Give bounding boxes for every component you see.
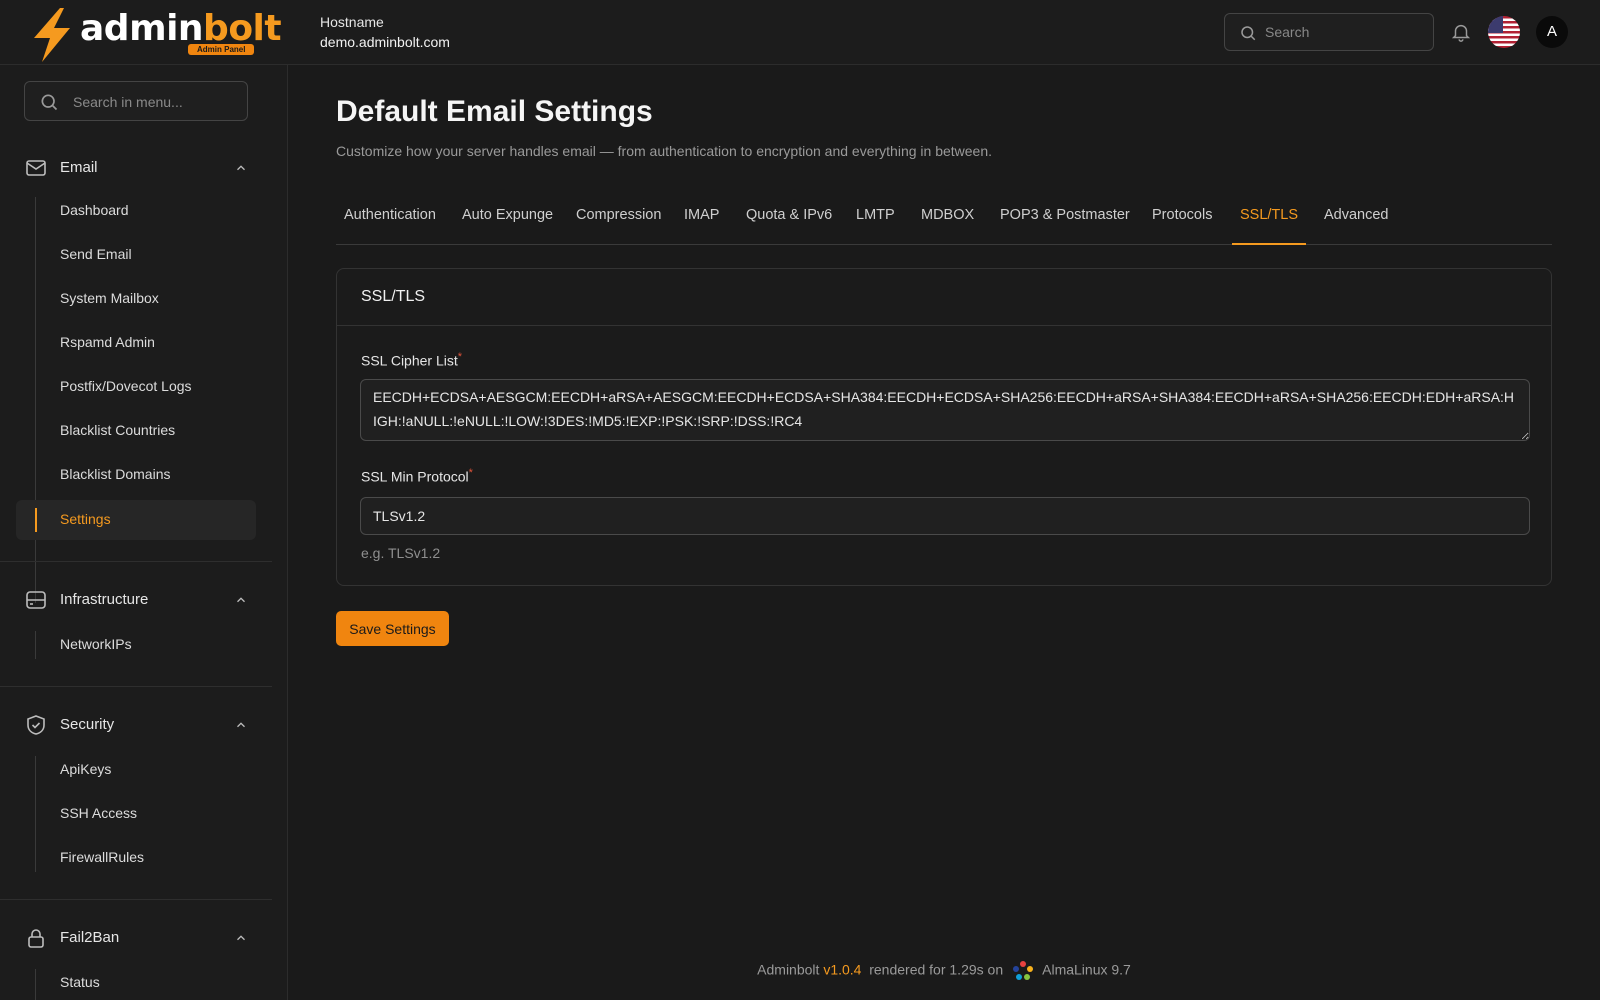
sidebar-item-system-mailbox[interactable]: System Mailbox	[16, 279, 256, 319]
sidebar-divider	[0, 899, 272, 900]
card-header: SSL/TLS	[337, 269, 1551, 326]
chevron-up-icon[interactable]	[234, 161, 248, 175]
sidebar-group-title: Email	[60, 159, 98, 176]
sidebar: Email Dashboard Send Email System Mailbo…	[0, 65, 288, 1000]
search-icon	[41, 94, 58, 111]
card-title: SSL/TLS	[361, 288, 426, 305]
mail-icon	[26, 160, 46, 176]
cipher-list-label: SSL Cipher List*	[361, 351, 463, 369]
tab-authentication[interactable]: Authentication	[344, 195, 436, 245]
sidebar-item-send-email[interactable]: Send Email	[16, 235, 256, 275]
sidebar-group-infrastructure[interactable]: Infrastructure	[24, 585, 248, 615]
sidebar-item-blacklist-countries[interactable]: Blacklist Countries	[16, 411, 256, 451]
lightning-bolt-icon	[34, 8, 70, 62]
tab-imap[interactable]: IMAP	[684, 195, 719, 245]
save-settings-button[interactable]: Save Settings	[336, 611, 449, 646]
search-icon	[1241, 26, 1256, 41]
page-subtitle: Customize how your server handles email …	[336, 143, 993, 159]
sidebar-item-rspamd-admin[interactable]: Rspamd Admin	[16, 323, 256, 363]
sidebar-item-ssh-access[interactable]: SSH Access	[16, 794, 256, 834]
ssl-tls-card: SSL/TLS SSL Cipher List* EECDH+ECDSA+AES…	[336, 268, 1552, 586]
adminbolt-logo[interactable]: adminbolt Admin Panel	[28, 6, 282, 62]
tab-ssl-tls[interactable]: SSL/TLS	[1232, 195, 1307, 245]
sidebar-group-title: Security	[60, 716, 115, 733]
bell-icon[interactable]	[1450, 21, 1472, 43]
sidebar-item-networkips[interactable]: NetworkIPs	[16, 625, 256, 665]
min-protocol-hint: e.g. TLSv1.2	[361, 545, 441, 561]
footer-app: Adminbolt	[757, 961, 820, 978]
sidebar-group-email[interactable]: Email	[24, 153, 248, 183]
hostname-block: Hostname demo.adminbolt.com	[320, 12, 450, 52]
tab-pop3-postmaster[interactable]: POP3 & Postmaster	[1000, 195, 1130, 245]
main-content: Default Email Settings Customize how you…	[288, 65, 1600, 1000]
almalinux-logo-icon	[1013, 961, 1033, 980]
menu-search-input[interactable]	[73, 92, 233, 112]
sidebar-group-title: Infrastructure	[60, 591, 149, 608]
tab-protocols[interactable]: Protocols	[1152, 195, 1212, 245]
tab-advanced[interactable]: Advanced	[1324, 195, 1389, 245]
us-flag-icon[interactable]	[1488, 16, 1520, 48]
top-header: adminbolt Admin Panel Hostname demo.admi…	[0, 0, 1600, 65]
user-avatar[interactable]: A	[1536, 16, 1568, 48]
settings-tabs: Authentication Auto Expunge Compression …	[336, 195, 1552, 245]
chevron-up-icon[interactable]	[234, 931, 248, 945]
server-icon	[26, 591, 46, 609]
page-title: Default Email Settings	[336, 95, 653, 128]
shield-icon	[27, 715, 45, 735]
chevron-up-icon[interactable]	[234, 593, 248, 607]
sidebar-divider	[0, 686, 272, 687]
sidebar-item-settings[interactable]: Settings	[16, 500, 256, 540]
required-marker: *	[457, 351, 463, 363]
footer: Adminbolt v1.0.4 rendered for 1.29s on A…	[288, 959, 1600, 983]
brand-name: adminbolt	[80, 8, 282, 49]
sidebar-item-status[interactable]: Status	[16, 963, 256, 1000]
hostname-value: demo.adminbolt.com	[320, 34, 450, 50]
lock-icon	[28, 929, 44, 948]
sidebar-item-firewallrules[interactable]: FirewallRules	[16, 838, 256, 878]
sidebar-item-dashboard[interactable]: Dashboard	[16, 191, 256, 231]
tab-mdbox[interactable]: MDBOX	[921, 195, 974, 245]
menu-search[interactable]	[24, 81, 248, 121]
hostname-label: Hostname	[320, 14, 384, 30]
tab-quota-ipv6[interactable]: Quota & IPv6	[746, 195, 832, 245]
min-protocol-input[interactable]	[360, 497, 1530, 535]
tab-compression[interactable]: Compression	[576, 195, 661, 245]
tab-lmtp[interactable]: LMTP	[856, 195, 895, 245]
sidebar-item-blacklist-domains[interactable]: Blacklist Domains	[16, 455, 256, 495]
sidebar-item-postfix-dovecot-logs[interactable]: Postfix/Dovecot Logs	[16, 367, 256, 407]
tab-auto-expunge[interactable]: Auto Expunge	[462, 195, 553, 245]
sidebar-divider	[0, 561, 272, 562]
brand-badge: Admin Panel	[188, 44, 255, 55]
min-protocol-label: SSL Min Protocol*	[361, 467, 473, 485]
footer-version[interactable]: v1.0.4	[823, 962, 861, 978]
sidebar-group-title: Fail2Ban	[60, 929, 120, 946]
footer-os: AlmaLinux 9.7	[1042, 961, 1131, 978]
footer-rendered: rendered for 1.29s on	[869, 961, 1004, 978]
global-search-input[interactable]	[1265, 22, 1425, 42]
sidebar-group-fail2ban[interactable]: Fail2Ban	[24, 923, 248, 953]
cipher-list-textarea[interactable]: EECDH+ECDSA+AESGCM:EECDH+aRSA+AESGCM:EEC…	[360, 379, 1530, 441]
sidebar-item-apikeys[interactable]: ApiKeys	[16, 750, 256, 790]
chevron-up-icon[interactable]	[234, 718, 248, 732]
global-search[interactable]	[1224, 13, 1434, 51]
required-marker: *	[468, 467, 473, 479]
sidebar-group-security[interactable]: Security	[24, 710, 248, 740]
